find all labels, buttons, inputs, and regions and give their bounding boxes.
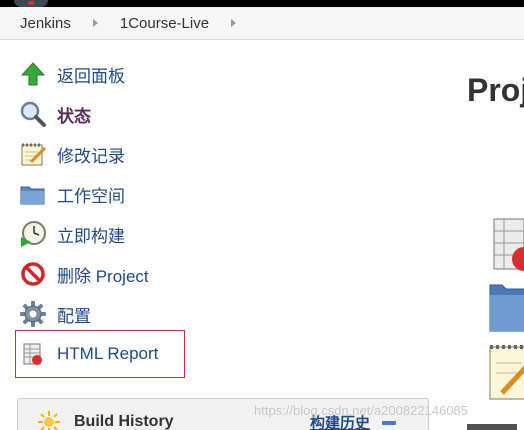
jenkins-logo-icon[interactable] <box>14 0 48 7</box>
sidebar-item-label: 返回面板 <box>57 66 125 86</box>
search-icon <box>19 100 47 128</box>
sidebar-item-html-report[interactable]: HTML Report <box>15 330 185 378</box>
page-title: Proj <box>467 72 524 108</box>
section-heading <box>467 420 524 430</box>
sun-icon <box>36 409 62 430</box>
watermark: https://blog.csdn.net/a200822146085 <box>254 403 468 418</box>
sidebar-item-build-now[interactable]: 立即构建 <box>16 214 216 254</box>
sidebar-item-workspace[interactable]: 工作空间 <box>16 174 216 214</box>
notepad-icon <box>489 345 524 400</box>
sidebar-item-back-to-dashboard[interactable]: 返回面板 <box>16 54 216 94</box>
breadcrumb: Jenkins 1Course-Live <box>0 7 524 40</box>
no-entry-icon <box>19 260 47 288</box>
build-history-title: Build History <box>74 413 174 430</box>
breadcrumb-arrow-icon[interactable] <box>231 19 237 27</box>
folder-icon <box>19 180 47 208</box>
top-header <box>0 0 524 7</box>
sidebar-item-status[interactable]: 状态 <box>16 94 216 134</box>
folder-icon <box>489 284 524 332</box>
sidebar-item-configure[interactable]: 配置 <box>16 294 216 334</box>
build-clock-icon <box>19 220 47 248</box>
report-icon <box>493 218 524 271</box>
breadcrumb-jenkins[interactable]: Jenkins <box>20 15 71 32</box>
breadcrumb-arrow-icon[interactable] <box>92 19 98 27</box>
sidebar-item-label: 状态 <box>57 106 91 126</box>
main-icons <box>488 215 524 420</box>
notepad-icon <box>19 140 47 168</box>
report-icon <box>19 340 47 368</box>
sidebar-item-label: 立即构建 <box>57 226 125 246</box>
sidebar-item-label: 修改记录 <box>57 146 125 166</box>
sidebar: 返回面板 状态 修改记录 工作空间 立即构建 删除 Project 配置 HTM… <box>15 54 216 378</box>
sidebar-item-delete-project[interactable]: 删除 Project <box>16 254 216 294</box>
sidebar-item-changes[interactable]: 修改记录 <box>16 134 216 174</box>
sidebar-item-label: 工作空间 <box>57 186 125 206</box>
breadcrumb-project[interactable]: 1Course-Live <box>120 15 209 32</box>
sidebar-item-label: 配置 <box>57 306 91 326</box>
gear-icon <box>19 300 47 328</box>
up-arrow-icon <box>19 60 47 88</box>
sidebar-item-label: HTML Report <box>57 344 159 363</box>
collapse-icon[interactable] <box>382 421 396 425</box>
sidebar-item-label: 删除 Project <box>57 266 149 286</box>
